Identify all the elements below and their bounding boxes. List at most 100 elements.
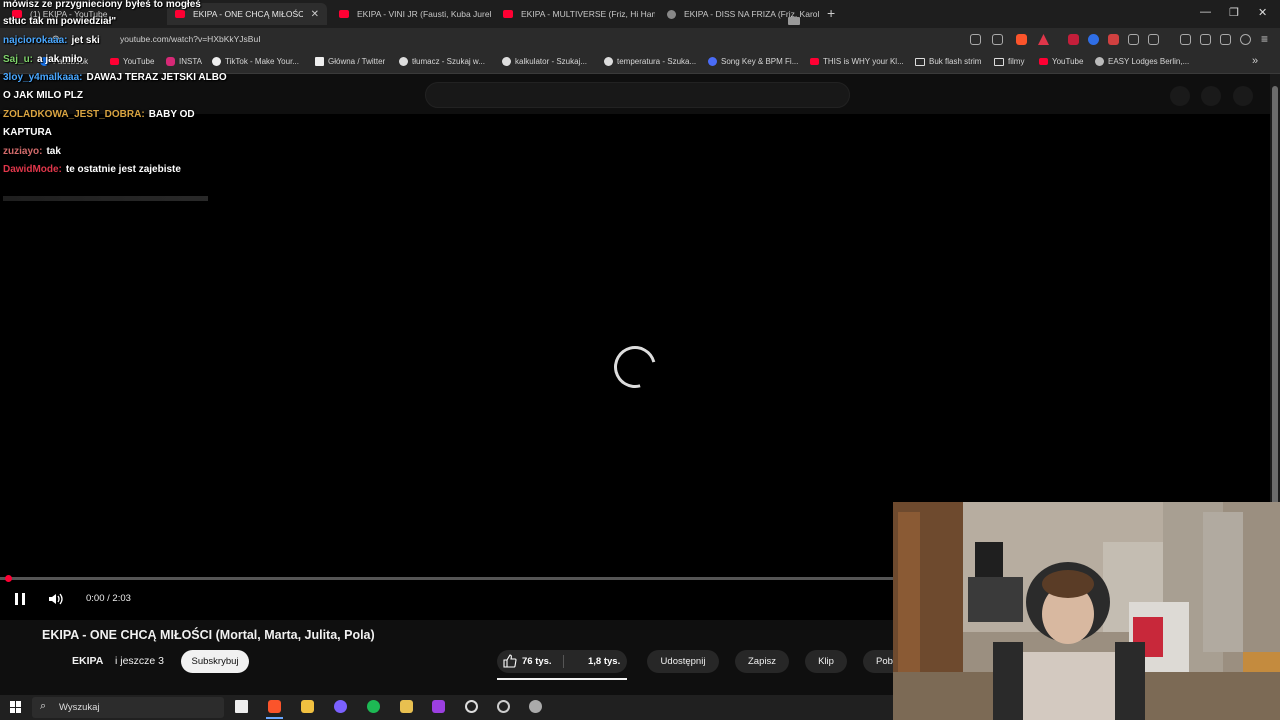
bookmark-buk-flash-strim[interactable]: Buk flash strim: [915, 57, 981, 66]
bookmark-insta[interactable]: INSTA: [166, 57, 202, 66]
progress-scrubber[interactable]: [5, 575, 12, 582]
channel-name[interactable]: EKIPA: [72, 655, 103, 667]
tab-title: EKIPA - VINI JR (Fausti, Kuba Jurek) -: [357, 9, 491, 19]
sidebar-icon[interactable]: [1180, 34, 1191, 45]
youtube-icon: [503, 10, 513, 18]
share-button[interactable]: Udostępnij: [647, 650, 719, 673]
collaborators-link[interactable]: i jeszcze 3: [115, 655, 164, 667]
file-icon[interactable]: [235, 700, 248, 713]
google-icon: [604, 57, 613, 66]
streaming-app-icon[interactable]: [432, 700, 445, 713]
restore-icon[interactable]: ❐: [1229, 6, 1239, 19]
chat-text: mówisz ze przygnieciony byłeś to mogłeś: [3, 0, 201, 10]
bookmark-label: kalkulator - Szukaj...: [515, 57, 588, 66]
search-input[interactable]: [425, 82, 850, 108]
youtube-icon: [339, 10, 349, 18]
chat-text: te ostatnie jest zajebiste: [65, 164, 181, 175]
minimize-icon[interactable]: —: [1200, 6, 1211, 18]
cast-icon[interactable]: [970, 34, 981, 45]
bookmark-twitter[interactable]: Główna / Twitter: [315, 57, 385, 66]
obs-icon[interactable]: [497, 700, 510, 713]
account-avatar-icon[interactable]: [1233, 86, 1253, 106]
brave-rewards-icon[interactable]: [1038, 34, 1049, 45]
like-button[interactable]: 76 tys.: [503, 654, 552, 668]
settings-app-icon[interactable]: [529, 700, 542, 713]
extension-blue-icon[interactable]: [1088, 34, 1099, 45]
tab-multiverse[interactable]: EKIPA - MULTIVERSE (Friz, Hi Hania, M: [495, 3, 655, 25]
tab-title: EKIPA - MULTIVERSE (Friz, Hi Hania, M: [521, 9, 655, 19]
bookmark-tiktok[interactable]: TikTok - Make Your...: [212, 57, 299, 66]
spotify-icon[interactable]: [367, 700, 380, 713]
bookmark-label: INSTA: [179, 57, 202, 66]
tab-vini-jr[interactable]: EKIPA - VINI JR (Fausti, Kuba Jurek) -: [331, 3, 491, 25]
chat-text: KAPTURA: [3, 127, 52, 138]
save-button[interactable]: Zapisz: [735, 650, 789, 673]
share-icon[interactable]: [992, 34, 1003, 45]
bookmark-temperatura[interactable]: temperatura - Szuka...: [604, 57, 696, 66]
bookmark-easy-lodges[interactable]: EASY Lodges Berlin,...: [1095, 57, 1189, 66]
youtube-icon: [1039, 58, 1048, 65]
brave-browser-icon[interactable]: [268, 700, 281, 713]
extensions-icon[interactable]: [1128, 34, 1139, 45]
volume-icon[interactable]: [48, 592, 64, 606]
window-close-icon[interactable]: ✕: [1258, 6, 1267, 19]
file-explorer-icon[interactable]: [301, 700, 314, 713]
webcam-image: [893, 502, 1280, 720]
url-text[interactable]: youtube.com/watch?v=HXbKkYJsBuI: [120, 34, 261, 44]
clip-button[interactable]: Klip: [805, 650, 847, 673]
bookmark-youtube[interactable]: YouTube: [110, 57, 154, 66]
more-bookmarks-icon[interactable]: »: [1252, 55, 1258, 67]
bookmark-label: THIS is WHY your Kl...: [823, 57, 904, 66]
menu-icon[interactable]: ≡: [1261, 32, 1268, 46]
photos-icon[interactable]: [400, 700, 413, 713]
chat-message: Saj_u: a jak miło: [3, 54, 83, 65]
download-button[interactable]: Pob: [863, 650, 893, 673]
bookmark-song-key[interactable]: Song Key & BPM Fi...: [708, 57, 798, 66]
bookmark-label: tłumacz - Szukaj w...: [412, 57, 485, 66]
capcut-icon[interactable]: [465, 700, 478, 713]
bookmark-label: Główna / Twitter: [328, 57, 386, 66]
leo-ai-icon[interactable]: [1220, 34, 1231, 45]
chat-text: O JAK MILO PLZ: [3, 90, 83, 101]
like-count: 76 tys.: [522, 655, 552, 667]
taskbar-search-placeholder: Wyszukaj: [59, 702, 100, 713]
wallet-icon[interactable]: [1200, 34, 1211, 45]
downloads-icon[interactable]: [1148, 34, 1159, 45]
keyboard-icon[interactable]: [788, 17, 800, 25]
close-icon[interactable]: ✕: [311, 9, 319, 20]
bookmark-this-is-why[interactable]: THIS is WHY your Kl...: [810, 57, 904, 66]
chat-message: O JAK MILO PLZ: [3, 90, 83, 101]
extension-wave-icon[interactable]: [1108, 34, 1119, 45]
bookmark-filmy[interactable]: filmy: [994, 57, 1024, 66]
chat-text: tak: [46, 146, 61, 157]
vpn-icon[interactable]: [1240, 34, 1251, 45]
bookmarks-bar: Facebook YouTube INSTA TikTok - Make You…: [0, 52, 1280, 74]
instagram-icon: [166, 57, 175, 66]
bookmark-tlumacz[interactable]: tłumacz - Szukaj w...: [399, 57, 485, 66]
brave-shields-icon[interactable]: [1016, 34, 1027, 45]
chat-message: zuziayo: tak: [3, 146, 61, 157]
notifications-icon[interactable]: [1201, 86, 1221, 106]
webcam-overlay: [893, 502, 1280, 720]
audio-playing-icon: [667, 9, 676, 19]
chat-username: zuziayo:: [3, 146, 43, 157]
google-icon: [502, 57, 511, 66]
bookmark-label: YouTube: [1052, 57, 1084, 66]
discord-icon[interactable]: [334, 700, 347, 713]
dislike-button[interactable]: 1,8 tys.: [588, 656, 620, 667]
extension-red-icon[interactable]: [1068, 34, 1079, 45]
bookmark-label: temperatura - Szuka...: [617, 57, 697, 66]
chat-message: mówisz ze przygnieciony byłeś to mogłeś: [3, 0, 201, 10]
scrollbar-thumb[interactable]: [1272, 86, 1278, 516]
subscribe-button[interactable]: Subskrybuj: [181, 650, 249, 673]
video-title: EKIPA - ONE CHCĄ MIŁOŚCI (Mortal, Marta,…: [42, 628, 375, 642]
bookmark-kalkulator[interactable]: kalkulator - Szukaj...: [502, 57, 587, 66]
create-icon[interactable]: [1170, 86, 1190, 106]
pause-button[interactable]: [15, 593, 26, 605]
progress-bar[interactable]: [0, 577, 895, 580]
new-tab-icon[interactable]: +: [827, 5, 835, 21]
bookmark-label: Buk flash strim: [929, 57, 982, 66]
chat-username: DawidMode:: [3, 164, 62, 175]
windows-start-icon[interactable]: [10, 701, 22, 713]
bookmark-youtube-2[interactable]: YouTube: [1039, 57, 1083, 66]
